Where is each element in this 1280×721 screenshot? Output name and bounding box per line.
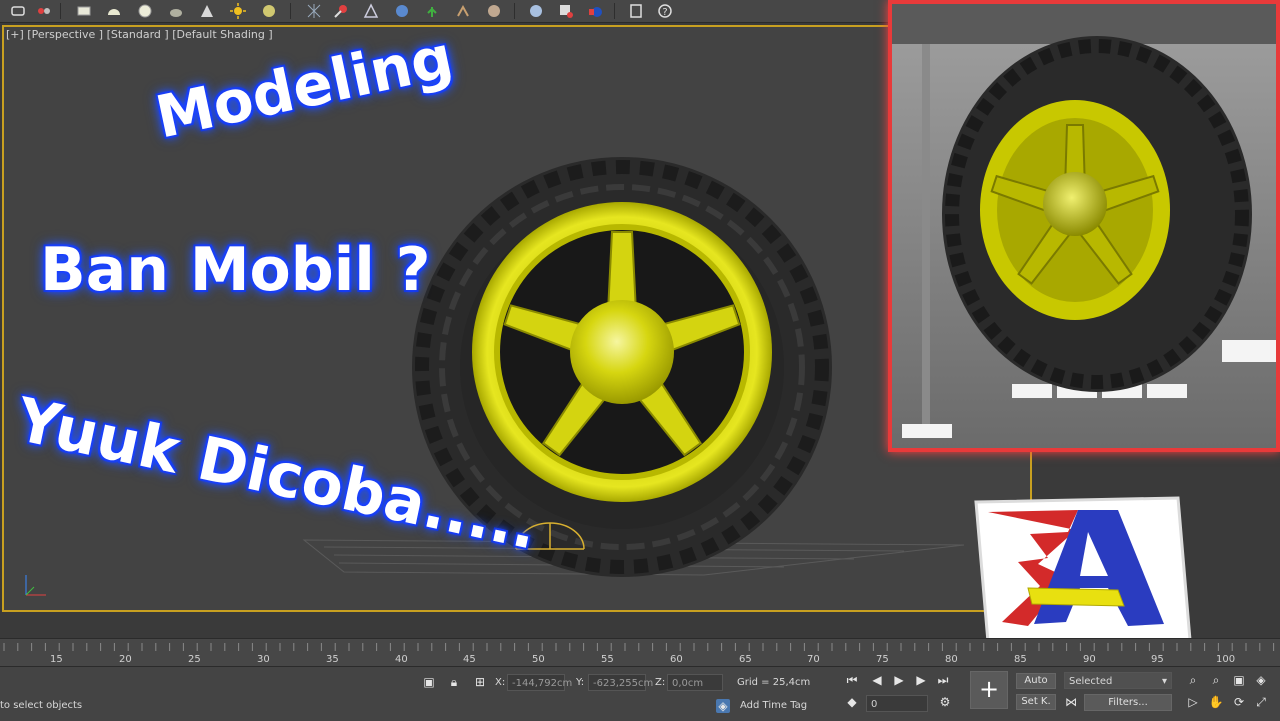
set-key-button[interactable]: Set K. — [1016, 694, 1056, 710]
y-coordinate-field[interactable]: -623,255cm — [588, 674, 653, 691]
grid-icon[interactable] — [306, 3, 322, 19]
cone-icon[interactable] — [199, 3, 215, 19]
tick-label: 55 — [601, 654, 614, 665]
key-mode-icon[interactable]: ◆ — [845, 695, 859, 709]
tick-label: 25 — [188, 654, 201, 665]
tick-label: 20 — [119, 654, 132, 665]
lock-icon[interactable]: 🔒︎ — [447, 675, 461, 689]
sun-light-icon[interactable] — [230, 3, 246, 19]
torus-icon[interactable] — [261, 3, 277, 19]
render-sphere-icon[interactable] — [528, 3, 544, 19]
time-tag-icon[interactable]: ◈ — [716, 699, 730, 713]
sphere-icon[interactable] — [137, 3, 153, 19]
add-time-tag-button[interactable]: Add Time Tag — [740, 700, 807, 711]
render-setup-icon[interactable] — [558, 3, 574, 19]
tick-label: 75 — [876, 654, 889, 665]
particle-icon[interactable] — [333, 3, 349, 19]
field-of-view-icon[interactable]: ▷ — [1186, 695, 1200, 709]
tick-label: 80 — [945, 654, 958, 665]
y-label: Y: — [576, 677, 585, 688]
rim — [472, 202, 772, 502]
help-icon[interactable]: ? — [657, 3, 673, 19]
overlay-title-line2: Ban Mobil ? — [40, 235, 431, 305]
set-key-icon[interactable]: + — [970, 671, 1008, 709]
play-icon[interactable]: ▶ — [892, 673, 906, 687]
viewport-label[interactable]: [+] [Perspective ] [Standard ] [Default … — [6, 28, 273, 41]
tick-label: 15 — [50, 654, 63, 665]
auto-key-button[interactable]: Auto — [1016, 673, 1056, 689]
axis-tripod — [25, 575, 46, 596]
tick-label: 100 — [1216, 654, 1236, 665]
status-bar: to select objects ▣ 🔒︎ ⊞ X: -144,792cm Y… — [0, 666, 1280, 721]
key-filters-icon[interactable]: ⋈ — [1064, 695, 1078, 709]
absolute-mode-icon[interactable]: ⊞ — [473, 675, 487, 689]
tick-label: 45 — [463, 654, 476, 665]
tick-label: 50 — [532, 654, 545, 665]
bind-space-warp-icon[interactable] — [36, 3, 52, 19]
render-production-icon[interactable] — [588, 3, 604, 19]
go-to-start-icon[interactable]: ⏮ — [845, 673, 859, 687]
tick-label: 35 — [326, 654, 339, 665]
zoom-icon[interactable]: ⌕ — [1186, 673, 1200, 687]
x-label: X: — [495, 677, 506, 688]
material-icon[interactable] — [486, 3, 502, 19]
filters-button[interactable]: Filters... — [1084, 694, 1172, 711]
zoom-all-icon[interactable]: ⌕ — [1209, 673, 1223, 687]
tick-label: 65 — [739, 654, 752, 665]
tick-label: 40 — [395, 654, 408, 665]
tick-label: 70 — [807, 654, 820, 665]
chevron-down-icon: ▾ — [1161, 676, 1167, 687]
z-coordinate-field[interactable]: 0,0cm — [667, 674, 723, 691]
tick-label: 60 — [670, 654, 683, 665]
previous-frame-icon[interactable]: ◀ — [870, 673, 884, 687]
foliage-icon[interactable] — [424, 3, 440, 19]
plane-icon[interactable] — [76, 3, 92, 19]
x-coordinate-field[interactable]: -144,792cm — [507, 674, 572, 691]
svg-text:?: ? — [662, 7, 667, 18]
zoom-extents-all-icon[interactable]: ◈ — [1254, 673, 1268, 687]
biped-icon[interactable] — [455, 3, 471, 19]
timeline-ticks — [3, 643, 1275, 651]
dynamics-icon[interactable] — [394, 3, 410, 19]
3a-logo — [968, 492, 1196, 652]
selection-set-dropdown[interactable]: Selected ▾ — [1064, 672, 1172, 689]
render-image — [892, 4, 1276, 448]
selection-lock-icon[interactable]: ▣ — [422, 675, 436, 689]
next-frame-icon[interactable]: ▶ — [914, 673, 928, 687]
current-frame-field[interactable]: 0 — [866, 695, 928, 712]
hemisphere-icon[interactable] — [106, 3, 122, 19]
go-to-end-icon[interactable]: ⏭ — [936, 673, 950, 687]
z-label: Z: — [655, 677, 666, 688]
selection-set-value: Selected — [1069, 676, 1113, 687]
zoom-extents-icon[interactable]: ▣ — [1232, 673, 1246, 687]
render-preview-panel — [888, 0, 1280, 452]
pan-icon[interactable]: ✋ — [1209, 695, 1224, 709]
tick-label: 85 — [1014, 654, 1027, 665]
time-config-icon[interactable]: ⚙ — [938, 695, 952, 709]
status-prompt: to select objects — [0, 700, 83, 711]
tick-label: 90 — [1083, 654, 1096, 665]
tick-label: 95 — [1151, 654, 1164, 665]
link-icon[interactable] — [10, 3, 26, 19]
orbit-icon[interactable]: ⟳ — [1232, 695, 1246, 709]
maximize-viewport-icon[interactable]: ⤢ — [1254, 695, 1268, 709]
tick-label: 30 — [257, 654, 270, 665]
timeline-track[interactable]: 15 20 25 30 35 40 45 50 55 60 65 70 75 8… — [0, 638, 1280, 667]
teapot-icon[interactable] — [168, 3, 184, 19]
grid-size: Grid = 25,4cm — [737, 677, 811, 688]
bones-icon[interactable] — [363, 3, 379, 19]
layers-icon[interactable] — [628, 3, 644, 19]
